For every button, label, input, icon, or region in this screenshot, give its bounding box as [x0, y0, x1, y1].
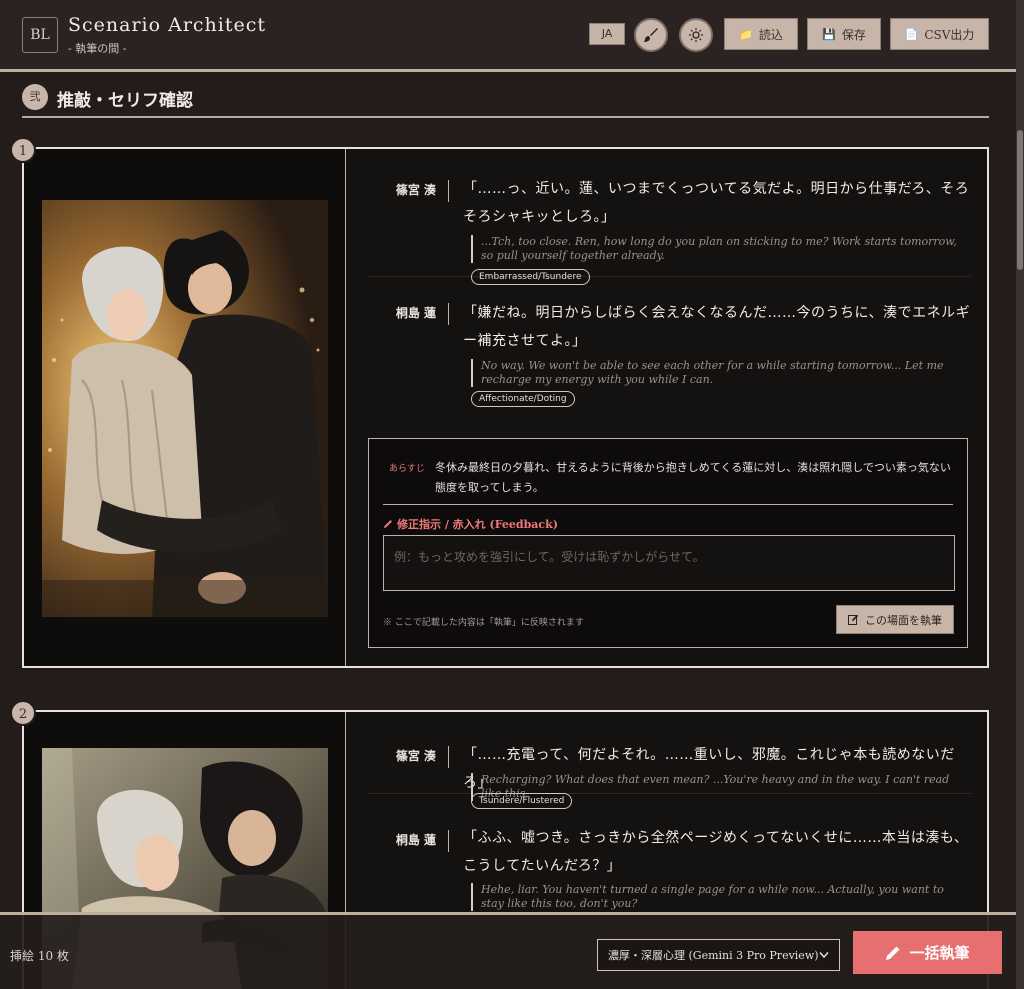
illustration-column	[24, 149, 346, 666]
dialogue-column: 篠宮 湊 「……っ、近い。蓮、いつまでくっついてる気だよ。明日から仕事だろ、そろ…	[367, 167, 971, 407]
feedback-input[interactable]: 例：もっと攻めを強引にして。受けは恥ずかしがらせて。	[383, 535, 955, 591]
save-label: 保存	[841, 27, 866, 42]
app-title: Scenario Architect	[68, 14, 267, 36]
batch-write-label: 一括執筆	[909, 944, 970, 962]
scene-card: 篠宮 湊 「……っ、近い。蓮、いつまでくっついてる気だよ。明日から仕事だろ、そろ…	[22, 147, 989, 668]
feedback-note: ※ ここで記載した内容は「執筆」に反映されます	[383, 618, 584, 628]
dialogue-line: 篠宮 湊 「……充電って、何だよそれ。……重いし、邪魔。これじゃ本も読めないだろ…	[367, 734, 971, 809]
chevron-down-icon	[819, 952, 829, 959]
app-subtitle: - 執筆の間 -	[68, 42, 127, 55]
scene-number: 2	[10, 700, 36, 726]
edit-icon	[848, 614, 859, 625]
model-select[interactable]: 濃厚・深層心理 (Gemini 3 Pro Preview)	[597, 939, 840, 971]
speaker-name: 篠宮 湊	[367, 180, 449, 202]
speaker-name: 桐島 蓮	[367, 830, 449, 852]
section-badge: 弐	[22, 84, 48, 110]
speaker-name: 桐島 蓮	[367, 303, 449, 325]
scene-number: 1	[10, 137, 36, 163]
translation-text: No way. We won't be able to see each oth…	[471, 359, 957, 387]
save-button[interactable]: 💾 保存	[807, 18, 881, 50]
brush-icon	[644, 28, 658, 42]
feedback-panel: あらすじ 冬休み最終日の夕暮れ、甘えるように背後から抱きしめてくる蓮に対し、湊は…	[368, 438, 968, 648]
folder-icon: 📁	[739, 27, 753, 41]
language-button[interactable]: JA	[589, 23, 625, 45]
feedback-label: 修正指示 / 赤入れ (Feedback)	[383, 516, 558, 532]
write-scene-label: この場面を執筆	[865, 613, 942, 627]
pencil-icon	[886, 946, 900, 960]
illustration-image	[42, 200, 328, 617]
section-title: 推敲・セリフ確認	[57, 91, 193, 111]
model-selected-value: 濃厚・深層心理 (Gemini 3 Pro Preview)	[608, 949, 819, 962]
dialogue-line: 桐島 蓮 「嫌だね。明日からしばらく会えなくなるんだ……今のうちに、湊でエネルギ…	[367, 277, 971, 407]
dialogue-text[interactable]: 「……っ、近い。蓮、いつまでくっついてる気だよ。明日から仕事だろ、そろそろシャキ…	[463, 175, 971, 231]
divider	[383, 504, 953, 505]
dialogue-column: 篠宮 湊 「……充電って、何だよそれ。……重いし、邪魔。これじゃ本も読めないだろ…	[367, 734, 971, 924]
synopsis-label: あらすじ	[389, 464, 425, 474]
write-scene-button[interactable]: この場面を執筆	[836, 605, 954, 634]
dialogue-line: 篠宮 湊 「……っ、近い。蓮、いつまでくっついてる気だよ。明日から仕事だろ、そろ…	[367, 167, 971, 285]
csv-label: CSV出力	[924, 27, 975, 42]
batch-write-button[interactable]: 一括執筆	[853, 931, 1002, 974]
section-heading: 弐 推敲・セリフ確認	[22, 84, 989, 118]
app-logo: BL	[22, 17, 58, 53]
feedback-label-text: 修正指示 / 赤入れ (Feedback)	[397, 518, 558, 531]
translation-text: ...Tch, too close. Ren, how long do you …	[471, 235, 957, 263]
dialogue-line: 桐島 蓮 「ふふ、嘘つき。さっきから全然ページめくってないくせに……本当は湊も、…	[367, 794, 971, 924]
pencil-icon	[384, 520, 392, 528]
csv-export-button[interactable]: 📄 CSV出力	[890, 18, 989, 50]
floppy-icon: 💾	[822, 27, 836, 41]
synopsis-text: 冬休み最終日の夕暮れ、甘えるように背後から抱きしめてくる蓮に対し、湊は照れ隠しで…	[435, 461, 951, 494]
app-header: BL Scenario Architect - 執筆の間 - JA 📁 読込 💾…	[0, 0, 1016, 72]
scene-illustration[interactable]	[42, 200, 328, 617]
sun-icon	[689, 28, 703, 42]
brush-button[interactable]	[634, 18, 668, 52]
dialogue-text[interactable]: 「ふふ、嘘つき。さっきから全然ページめくってないくせに……本当は湊も、こうしてた…	[463, 824, 971, 880]
page-scrollbar[interactable]	[1016, 0, 1024, 989]
footer-bar: 挿絵 10 枚 濃厚・深層心理 (Gemini 3 Pro Preview) 一…	[0, 912, 1016, 989]
dialogue-text[interactable]: 「嫌だね。明日からしばらく会えなくなるんだ……今のうちに、湊でエネルギー補充させ…	[463, 299, 971, 355]
speaker-name: 篠宮 湊	[367, 746, 449, 768]
load-button[interactable]: 📁 読込	[724, 18, 798, 50]
illustration-count: 挿絵 10 枚	[10, 949, 69, 963]
scrollbar-thumb[interactable]	[1017, 130, 1023, 270]
load-label: 読込	[758, 27, 783, 42]
document-icon: 📄	[904, 27, 919, 41]
theme-toggle-button[interactable]	[679, 18, 713, 52]
translation-text: Hehe, liar. You haven't turned a single …	[471, 883, 957, 911]
emotion-tag: Affectionate/Doting	[471, 391, 575, 407]
